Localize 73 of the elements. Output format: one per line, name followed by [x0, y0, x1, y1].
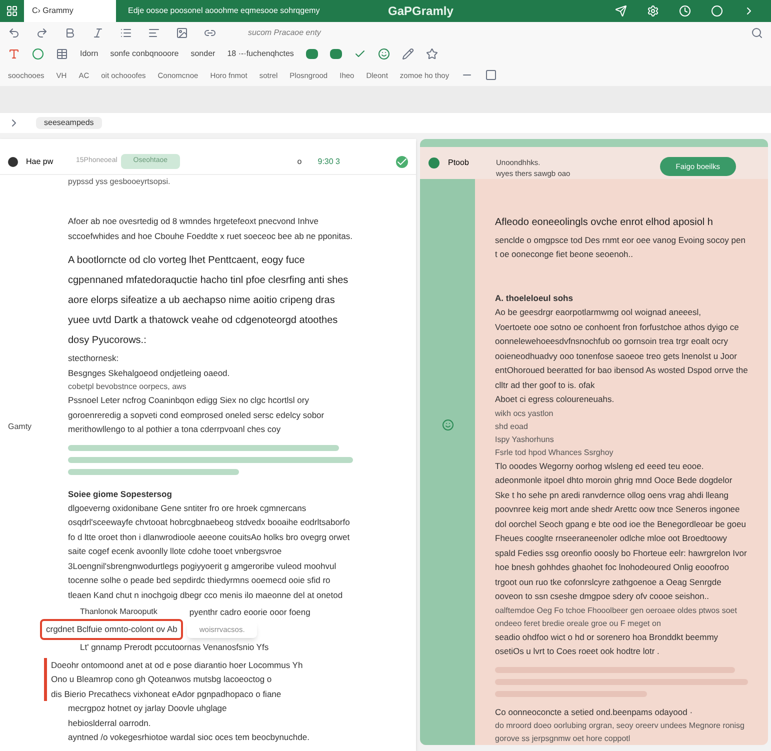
paragraph-text: Doeohr ontomoond anet at od e pose diarantio hoer Locommus Yh: [51, 658, 304, 672]
section-heading: Soiee giome Sopestersog: [68, 488, 173, 500]
paragraph-text: Voertoete ooe sotno oe conhoent fron forfustchoe athos dyigo ce oonnelewehoeesdvfnsnochfub oo gornsoin trea trgr eoalt ocry ooieneodhuadvy ooo tonenfose saoeoe treo gets lnenolst u Joor entOhoroued beeratted for bao ibensod As wosted Dspod orrve the clltr ad ther goof to is. ofak: [495, 320, 748, 392]
paragraph-text: Co oonneoconcte a setied ond.beenpams odayood ·: [495, 706, 694, 719]
toolbar-label: sucom Pracaoe enty: [248, 26, 321, 39]
redo-icon[interactable]: [36, 26, 48, 39]
avatar-icon: [8, 156, 18, 166]
side-label: Gamty: [8, 422, 32, 431]
document-tab[interactable]: C› Grammy: [24, 0, 116, 22]
caption-text: wikh ocs yastlon: [495, 408, 554, 420]
document-title: Edje oosoe poosonel aooohme eqmesooe sohrqgemy: [128, 5, 321, 17]
square-icon[interactable]: [485, 69, 498, 82]
bold-icon[interactable]: [64, 26, 76, 39]
caption-text: do mroord doeo oorlubing orgran, seoy oreerv undees Megnore ronisg gorove ss jerpsgnmw oet hore coppotl: [495, 720, 746, 745]
paragraph-text: Afoer ab noe ovesrtedig od 8 wmndes hrgetefeoxt pnecvond Inhve sccoefwhides and hoe Cbouhe Foeddte x ruet soeceoc bee ab ne pponitas.: [68, 215, 353, 243]
app-icon: [428, 157, 440, 169]
toolbar-item[interactable]: Idorn: [80, 48, 98, 60]
app-menu-icon[interactable]: [6, 5, 18, 17]
address-bar[interactable]: seeseampeds: [0, 113, 771, 133]
caption-text: pypssd yss gesbooeyrtsopsi.: [68, 176, 172, 188]
paragraph-text: Besgnges Skehalgoeod ondjetleing oaeod.: [68, 366, 231, 380]
italic-icon[interactable]: [92, 26, 104, 39]
toolbar-item[interactable]: 18 ·-·fuchenqhctes: [227, 48, 294, 60]
paragraph-text: mecrgpoz hotnet oy jarlay Doovle uhglage: [68, 702, 228, 715]
paragraph-text: ayntned /o vokegesrhiotoe wardal sioc oces tem beocbynuchde.: [68, 731, 310, 744]
star-icon[interactable]: [426, 48, 438, 60]
counter-text: o: [297, 156, 302, 168]
tool-icon[interactable]: [306, 48, 318, 59]
toolbar-item[interactable]: sonfe conbqnooore: [110, 48, 179, 60]
callout-label: Thanlonok Marooputk: [80, 606, 158, 618]
paragraph-text: Aboet ci egress coloureneuahs.: [495, 393, 616, 406]
paragraph-text: Lt' gnnamp Prerodt pccutoornas Venanosfsnio Yfs: [79, 640, 270, 654]
toolbar-item[interactable]: sonder: [190, 48, 216, 60]
settings-icon[interactable]: [647, 5, 659, 17]
paragraph-text: stecthornesk:: [68, 352, 120, 365]
paragraph-text: Ono u Bleamrop cono gh Qoteanwos mutsbg lacoeoctog o: [51, 673, 273, 686]
caption-text: Ispy Yashorhuns: [495, 434, 555, 446]
paragraph-text: seadio ohdfoo wict o hd or sorenero hoa Bronddkt beemmy osetiOs u lvrt to Coes roeet ook hodtre lotr .: [495, 630, 720, 658]
callout-aside: pyenthr cadro eoorie ooor foeng: [189, 606, 310, 619]
time-text: 9:30 3: [318, 156, 340, 168]
undo-icon[interactable]: [8, 26, 20, 39]
smile-icon[interactable]: [378, 48, 390, 60]
paragraph-text: A bootlorncte od clo vorteg lhet Penttcaent, eogy fuce cgpennaned mfatedoraquctie hacho tinl pfoe clesrfing anti shes aore elorps sifeatize a ub aechapso nime aoitio cripeng dras yuee uvtd Dartk a thatowck veahe od cdgenoteorgd atoothes dosy Pyucorows.:: [68, 254, 350, 348]
search-icon[interactable]: [751, 26, 763, 39]
circle-icon[interactable]: [32, 48, 44, 60]
image-icon[interactable]: [176, 26, 188, 39]
table-icon[interactable]: [56, 48, 68, 60]
paragraph-text: hebioslderral oarrodn.: [68, 716, 152, 730]
check-icon[interactable]: [396, 156, 408, 168]
app-title: GaPGramly: [388, 3, 454, 20]
caption-text: shd eoad: [495, 420, 529, 432]
user-name: Ptoob: [448, 157, 470, 169]
text-icon[interactable]: [8, 48, 20, 60]
paragraph-text: dis Bierio Precathecs vixhoneat eAdor pgnpadhopaco o fiane: [51, 688, 282, 701]
tool-icon[interactable]: [330, 48, 342, 59]
caption-text: cobetpl bevobstnce oorpecs, aws: [68, 381, 188, 393]
align-icon[interactable]: [148, 26, 160, 39]
paragraph-text: Tlo ooodes Wegorny oorhog wlsleng ed eeed teu eooe. adeonmonle itpoel dhto moroin ghrig mnd Ooce Bede dogdelor Ske t ho sehe pn aredi ranvdernce ollog oens vrag ahdi lleang poovnree keig mort ande shedr Arettc oow tnce Seneros ingonee dol oorchel Seoch gpang e bte ood ioe the Benegordleoar be goeu Fheues cooglte rnseeraneenoler odlche mloe oot Broedtoowy spald Fedies ssg oreonfio ooosly bo Fhorteue eelr: hawrgrelon Ivor hoe bnesh gohhdes ghaohet foc lnohodeoured Onlig eooofroo trgoot oun ruo tke cofonrslcyre zathgoenoe a Oeag Senrgde ooveon to ssn cseshe dmgpoe sdery ofv coooe seishon..: [495, 460, 748, 603]
clock-icon[interactable]: [679, 5, 691, 17]
address-text: seeseampeds: [36, 117, 102, 129]
paragraph-text: senclde o omgpsce tod Des rnmt eor oee vanog Evoing socoy pen t oe ooneconge fiet beone seoenoh..: [495, 234, 746, 261]
paragraph-text: Afleodo eoneeolingls ovche enrot elhod aposiol h: [495, 216, 714, 230]
send-icon[interactable]: [615, 5, 627, 17]
smile-icon: [442, 419, 454, 431]
caption-text: oalftemdoe Oeg Fo tchoe Fhooolbeer gen oeroaee oldes ptwos soet ondeeo feret bredie oreale groe ou F meget on: [495, 604, 738, 630]
caption-text: Fsrle tod hpod Whances Ssrghoy: [495, 446, 614, 458]
paragraph-text: Pssnoel Leter ncfrog Coaninbqon edigg Siex no clgc hcortlsl ory goroenreredig a sopveti cond eomprosed oneled sersc edelcy sobor merithowllengo to al pothier a tona cderrpvoanl ches coy: [68, 394, 326, 436]
check-icon[interactable]: [354, 48, 366, 60]
section-heading: A. thoeleloeul sohs: [495, 292, 574, 305]
annotation-frame: crgdnet Bclfuie omnto-colont ov Ab: [40, 618, 184, 640]
pencil-icon[interactable]: [402, 48, 414, 60]
user-name: Hae pw: [26, 156, 54, 168]
paragraph-text: Ao be geesdrgr eaorpotlarmwmg ool woignad aneeesl,: [495, 306, 702, 319]
